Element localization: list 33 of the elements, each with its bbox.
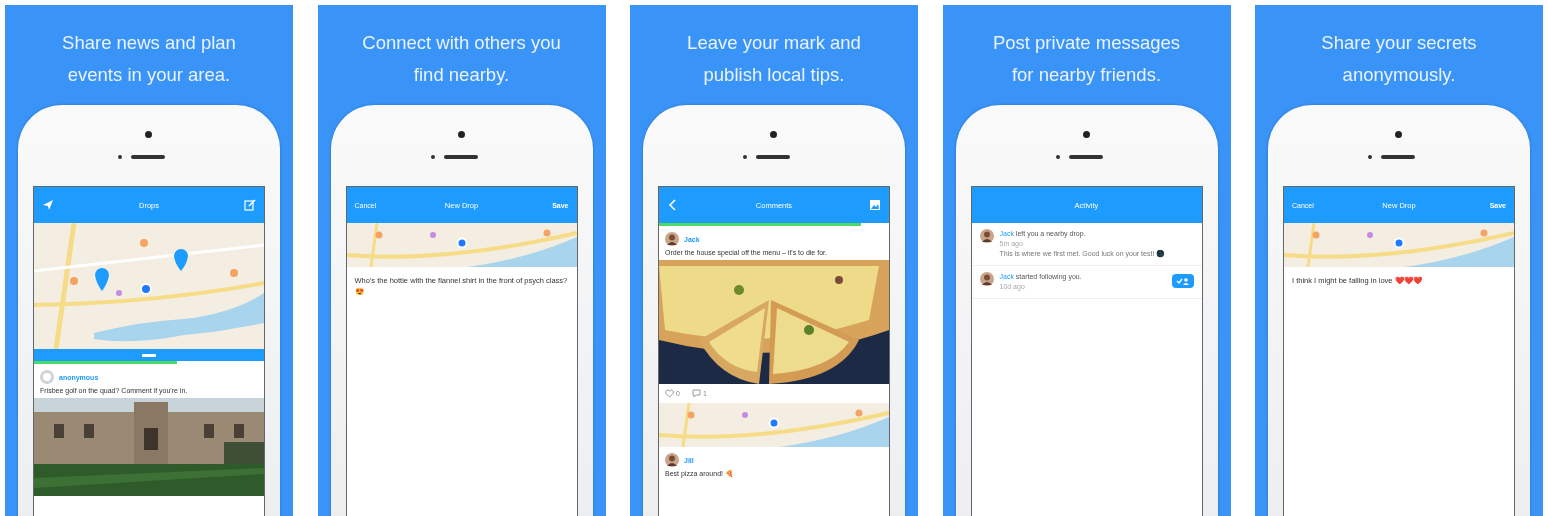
camera-dot <box>770 131 777 138</box>
headline: Leave your mark and publish local tips. <box>686 31 862 87</box>
speaker-slot <box>131 155 165 159</box>
camera-dot <box>1082 131 1090 138</box>
edit-icon[interactable] <box>244 199 256 211</box>
follow-icon <box>1175 277 1190 285</box>
gallery-icon[interactable] <box>869 199 881 211</box>
speaker-slot <box>1381 155 1415 159</box>
follow-button[interactable] <box>1171 274 1194 288</box>
speaker-slot <box>443 155 478 159</box>
heart-icon[interactable] <box>665 389 674 398</box>
back-icon[interactable] <box>667 199 679 211</box>
headline: Share news and plan events in your area. <box>61 31 237 87</box>
sensor-dot <box>743 155 747 159</box>
avatar-icon <box>979 272 994 286</box>
sensor-dot <box>118 155 122 159</box>
headline: Post private messages for nearby friends. <box>991 31 1182 87</box>
sensor-dot <box>1055 155 1060 159</box>
comment-icon[interactable] <box>691 389 701 398</box>
send-icon[interactable] <box>42 199 54 211</box>
avatar-icon <box>665 453 679 467</box>
headline: Connect with others you find nearby. <box>361 31 562 87</box>
headline: Share your secrets anonymously. <box>1320 31 1478 87</box>
sensor-dot <box>430 155 435 159</box>
avatar-icon <box>979 229 994 243</box>
speaker-slot <box>756 155 790 159</box>
sensor-dot <box>1368 155 1372 159</box>
speaker-slot <box>1068 155 1103 159</box>
camera-dot <box>1395 131 1402 138</box>
avatar-icon <box>40 370 54 384</box>
camera-dot <box>145 131 152 138</box>
camera-dot <box>457 131 465 138</box>
avatar-icon <box>665 232 679 246</box>
